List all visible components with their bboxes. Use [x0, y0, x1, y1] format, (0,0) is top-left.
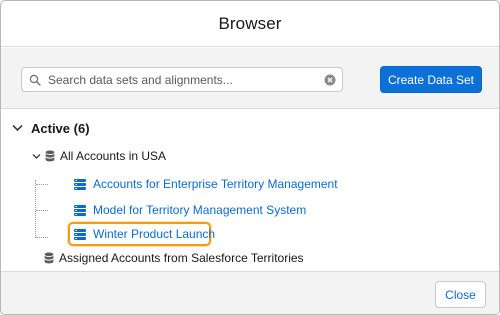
tree-item-winter-product-launch[interactable]: Winter Product Launch	[73, 225, 215, 243]
search-input[interactable]	[48, 69, 318, 90]
search-icon	[22, 68, 48, 91]
tree-view: Active (6) All Accounts in USA Accounts …	[1, 110, 499, 270]
close-button[interactable]: Close	[435, 281, 486, 308]
tree-connector	[36, 210, 48, 211]
dialog-footer: Close	[1, 271, 499, 314]
tree-item-label: All Accounts in USA	[60, 149, 167, 163]
browser-dialog: Browser Create Data Set Active (6)	[0, 0, 500, 315]
dataset-icon	[73, 204, 86, 216]
clear-search-icon[interactable]	[318, 68, 342, 91]
chevron-down-icon[interactable]	[31, 151, 41, 161]
tree-connector	[36, 184, 48, 185]
database-icon	[44, 149, 56, 163]
tree-item-link[interactable]: Winter Product Launch	[93, 227, 215, 241]
search-box[interactable]	[21, 67, 343, 92]
dialog-header: Browser	[1, 1, 499, 47]
tree-item-link[interactable]: Model for Territory Management System	[93, 203, 306, 217]
tree-item-label: Assigned Accounts from Salesforce Territ…	[59, 251, 304, 265]
dialog-title: Browser	[218, 13, 282, 33]
dataset-icon	[73, 178, 86, 190]
tree-group-label: Active (6)	[31, 120, 90, 136]
toolbar: Create Data Set	[1, 48, 499, 109]
tree-item-link[interactable]: Accounts for Enterprise Territory Manage…	[93, 177, 338, 191]
tree-item-all-accounts[interactable]: All Accounts in USA	[31, 147, 166, 165]
create-data-set-button[interactable]: Create Data Set	[380, 66, 482, 93]
tree-item-assigned-accounts[interactable]: Assigned Accounts from Salesforce Territ…	[43, 249, 304, 267]
tree-item-model-territory[interactable]: Model for Territory Management System	[73, 201, 306, 219]
dataset-icon	[73, 228, 86, 240]
tree-item-accounts-enterprise[interactable]: Accounts for Enterprise Territory Manage…	[73, 175, 338, 193]
tree-connector	[36, 237, 48, 238]
tree-connector	[35, 180, 36, 238]
database-icon	[43, 251, 55, 265]
tree-group-active[interactable]: Active (6)	[11, 119, 90, 137]
chevron-down-icon[interactable]	[11, 122, 23, 134]
